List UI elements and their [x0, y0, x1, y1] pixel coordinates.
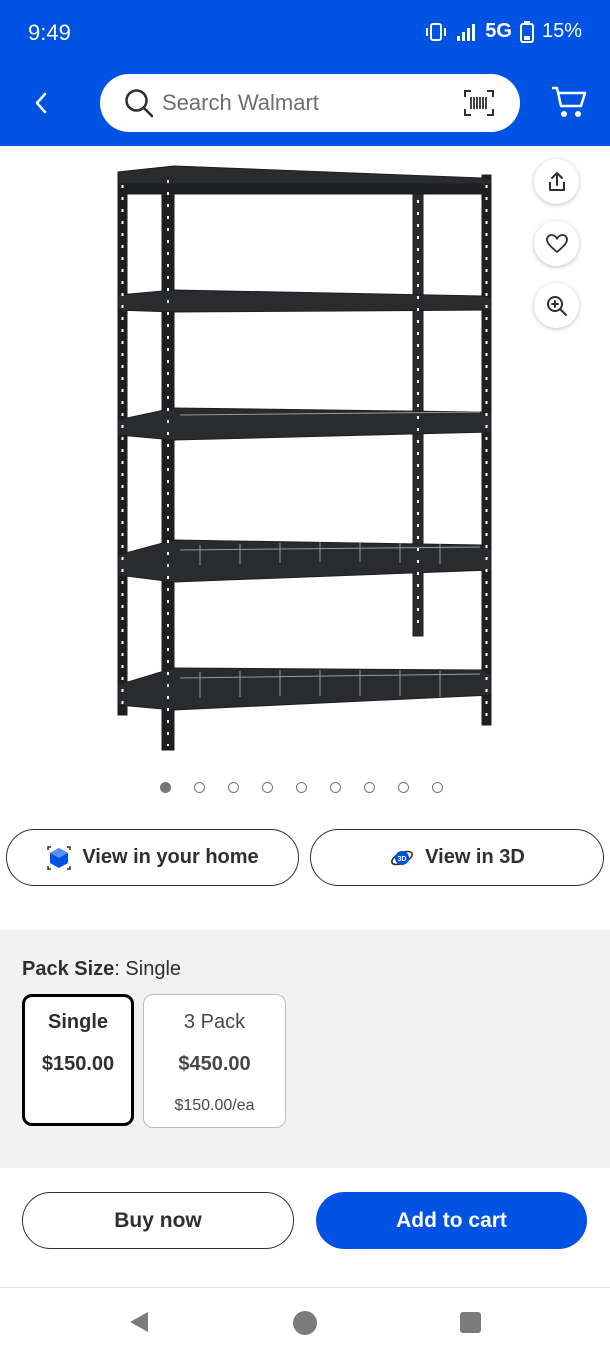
ar-cube-icon	[46, 845, 72, 871]
signal-icon	[455, 22, 477, 42]
buy-now-button[interactable]: Buy now	[22, 1192, 294, 1249]
pack-size-title: Pack Size: Single	[22, 958, 182, 980]
battery-level: 15%	[541, 20, 582, 42]
pack-size-section: Pack Size: Single Single $150.00 3 Pack …	[0, 930, 610, 1168]
add-to-cart-button[interactable]: Add to cart	[316, 1192, 587, 1249]
network-type: 5G	[485, 20, 512, 42]
share-icon	[548, 171, 565, 191]
share-button[interactable]	[534, 159, 579, 204]
gallery-dot[interactable]	[330, 782, 341, 793]
pack-size-selected: Single	[125, 958, 182, 980]
view-in-3d-button[interactable]: 3D View in 3D	[310, 829, 604, 886]
purchase-action-bar: Buy now Add to cart	[0, 1168, 610, 1288]
view-in-3d-label: View in 3D	[425, 846, 525, 868]
pack-option-label: 3 Pack	[183, 1011, 246, 1033]
system-nav-bar	[0, 1289, 610, 1356]
barcode-scan-icon[interactable]	[462, 88, 496, 118]
gallery-dot[interactable]	[160, 782, 171, 793]
pack-size-label: Pack Size	[22, 958, 115, 980]
gallery-dot[interactable]	[228, 782, 239, 793]
gallery-dot[interactable]	[262, 782, 273, 793]
gallery-dot[interactable]	[398, 782, 409, 793]
gallery-dot[interactable]	[194, 782, 205, 793]
pack-option-unit-price: $150.00/ea	[174, 1097, 255, 1114]
search-input[interactable]: Search Walmart	[162, 90, 462, 116]
back-button[interactable]	[26, 88, 56, 118]
gallery-dot[interactable]	[432, 782, 443, 793]
cart-button[interactable]	[550, 84, 588, 120]
battery-icon	[519, 20, 534, 43]
zoom-button[interactable]	[534, 283, 579, 328]
status-bar: 9:49 5G 15%	[0, 0, 610, 66]
3d-view-icon: 3D	[389, 845, 415, 871]
nav-home-icon[interactable]	[293, 1311, 317, 1335]
view-in-home-button[interactable]: View in your home	[6, 829, 299, 886]
product-image[interactable]	[110, 150, 500, 755]
chevron-left-icon	[35, 92, 47, 114]
favorite-button[interactable]	[534, 221, 579, 266]
status-icons: 5G 15%	[425, 20, 582, 43]
pack-option-label: Single	[47, 1011, 108, 1033]
vibrate-icon	[425, 22, 447, 42]
nav-recents-icon[interactable]	[460, 1312, 481, 1333]
pack-option-single[interactable]: Single $150.00	[22, 994, 134, 1126]
search-icon	[122, 86, 156, 120]
pack-option-price: $450.00	[178, 1053, 251, 1075]
search-bar[interactable]: Search Walmart	[100, 74, 520, 132]
zoom-in-icon	[546, 295, 567, 316]
cart-icon	[552, 86, 587, 117]
status-time: 9:49	[28, 20, 71, 45]
gallery-pagination	[160, 782, 443, 793]
heart-icon	[545, 233, 568, 253]
nav-back-icon[interactable]	[128, 1310, 150, 1334]
pack-option-3-pack[interactable]: 3 Pack $450.00 $150.00/ea	[143, 994, 286, 1128]
view-in-home-label: View in your home	[82, 846, 259, 868]
app-header: 9:49 5G 15% Search Walmart	[0, 0, 610, 146]
gallery-dot[interactable]	[296, 782, 307, 793]
gallery-dot[interactable]	[364, 782, 375, 793]
svg-text:3D: 3D	[398, 856, 407, 863]
pack-option-price: $150.00	[41, 1053, 115, 1075]
